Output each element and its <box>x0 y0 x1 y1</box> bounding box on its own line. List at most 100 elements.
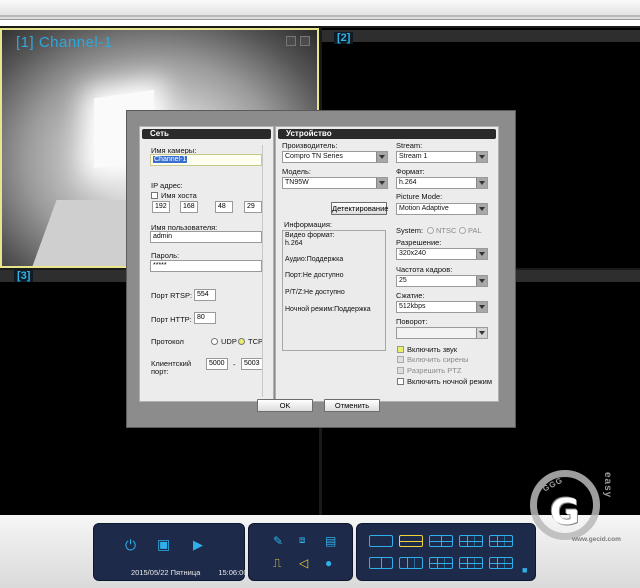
play-icon[interactable]: ▶ <box>193 538 203 551</box>
udp-radio[interactable] <box>211 338 218 345</box>
layout-2-icon[interactable] <box>399 535 423 547</box>
signal-icon[interactable]: ⎍ <box>273 557 281 569</box>
device-panel-title: Устройство <box>278 129 496 139</box>
chevron-down-icon <box>476 204 487 214</box>
layout-16-icon[interactable] <box>459 557 483 569</box>
tcp-radio[interactable] <box>238 338 245 345</box>
fullscreen-icon[interactable] <box>300 36 310 46</box>
username-input[interactable]: admin <box>150 231 262 243</box>
info-box: Видео формат: h.264 Аудио:Поддержка Порт… <box>282 230 386 351</box>
http-port-input[interactable]: 80 <box>194 312 216 324</box>
power-icon[interactable]: ⏻ <box>125 538 136 552</box>
client-port-to[interactable]: 5003 <box>241 358 263 370</box>
enable-night-label: Включить ночной режим <box>407 377 492 386</box>
camera-settings-dialog: Сеть Имя камеры: Channel-1 IP адрес: Имя… <box>126 110 516 428</box>
ip-octet-4[interactable]: 29 <box>244 201 262 213</box>
resolution-select[interactable]: 320x240 <box>396 248 488 260</box>
info-label: Информация: <box>284 220 333 229</box>
info-video-format: Видео формат: <box>285 232 335 239</box>
resolution-value: 320x240 <box>399 250 426 257</box>
enable-night-checkbox[interactable] <box>397 378 404 385</box>
rtsp-port-input[interactable]: 554 <box>194 289 216 301</box>
ip-octet-3[interactable]: 48 <box>215 201 233 213</box>
udp-label: UDP <box>221 337 237 346</box>
model-select[interactable]: TN95W <box>282 177 388 189</box>
enable-alarms-checkbox[interactable] <box>397 356 404 363</box>
enable-sound-label: Включить звук <box>407 345 458 354</box>
allow-ptz-label: Разрешить PTZ <box>407 366 462 375</box>
info-ptz: P/T/Z:Не доступно <box>285 289 345 296</box>
record-icon[interactable]: ▣ <box>157 537 170 551</box>
camera-name-input[interactable]: Channel-1 <box>150 154 262 166</box>
layout-10-icon[interactable] <box>369 557 393 569</box>
snapshot-icon[interactable] <box>286 36 296 46</box>
enable-sound-checkbox[interactable] <box>397 346 404 353</box>
system-label: System: <box>396 226 424 235</box>
detect-button[interactable]: Детектирование <box>331 202 388 215</box>
client-port-from[interactable]: 5000 <box>206 358 228 370</box>
layout-12-icon[interactable] <box>399 557 423 569</box>
chevron-down-icon <box>476 178 487 188</box>
channel-3-label: [3] <box>14 270 34 282</box>
tool-controls: ✎ ⧈ ▤ ⎍ ◁ ● <box>248 523 353 581</box>
capture-icon[interactable]: ⧈ <box>299 535 305 547</box>
hostname-checkbox[interactable] <box>151 192 158 199</box>
stream-select[interactable]: Stream 1 <box>396 151 488 163</box>
rotation-select[interactable] <box>396 327 488 339</box>
network-panel: Сеть Имя камеры: Channel-1 IP адрес: Имя… <box>139 126 274 402</box>
format-label: Формат: <box>396 167 425 176</box>
wrench-icon[interactable]: ✎ <box>273 535 283 547</box>
model-label: Модель: <box>282 167 312 176</box>
pal-label: PAL <box>468 226 482 235</box>
channel-2-header <box>322 30 640 42</box>
chevron-down-icon <box>476 249 487 259</box>
speaker-icon[interactable]: ◁ <box>299 557 308 569</box>
rtsp-port-label: Порт RTSP: <box>151 291 193 300</box>
chevron-down-icon <box>476 302 487 312</box>
layout-4-icon[interactable] <box>429 535 453 547</box>
network-panel-title: Сеть <box>142 129 271 139</box>
layout-6-icon[interactable] <box>459 535 483 547</box>
compression-select[interactable]: 512kbps <box>396 301 488 313</box>
date-text: 2015/05/22 Пятница <box>131 568 201 577</box>
watermark-vertical-text: easy <box>602 472 613 499</box>
info-night-mode: Ночной режим:Поддержка <box>285 306 371 313</box>
ntsc-radio[interactable] <box>427 227 434 234</box>
layout-9-icon[interactable] <box>489 535 513 547</box>
ip-octet-2[interactable]: 168 <box>180 201 198 213</box>
enable-alarms-label: Включить сирены <box>407 355 469 364</box>
ok-button[interactable]: OK <box>257 399 313 412</box>
allow-ptz-checkbox[interactable] <box>397 367 404 374</box>
manufacturer-select[interactable]: Compro TN Series <box>282 151 388 163</box>
picture-mode-label: Picture Mode: <box>396 192 443 201</box>
fps-select[interactable]: 25 <box>396 275 488 287</box>
picture-mode-select[interactable]: Motion Adaptive <box>396 203 488 215</box>
ip-octet-1[interactable]: 192 <box>152 201 170 213</box>
playback-controls: ⏻ ▣ ▶ 2015/05/22 Пятница 15:06:00 <box>93 523 248 581</box>
password-label: Пароль: <box>151 251 180 260</box>
pal-radio[interactable] <box>459 227 466 234</box>
tcp-label: TCP <box>248 337 263 346</box>
password-input[interactable]: ***** <box>150 260 262 272</box>
layout-1-icon[interactable] <box>369 535 393 547</box>
watermark-logo-icon: G <box>550 492 580 533</box>
layout-13-icon[interactable] <box>429 557 453 569</box>
save-icon[interactable]: ▤ <box>325 535 336 547</box>
layout-controls: ■ <box>356 523 536 581</box>
time-text: 15:06:00 <box>218 568 248 577</box>
info-audio: Аудио:Поддержка <box>285 256 344 263</box>
client-port-label-2: порт: <box>151 367 169 376</box>
manufacturer-value: Compro TN Series <box>285 153 343 160</box>
info-port: Порт:Не доступно <box>285 272 344 279</box>
cancel-button[interactable]: Отменить <box>324 399 380 412</box>
layout-20-icon[interactable] <box>489 557 513 569</box>
app-title-bar <box>0 0 640 20</box>
channel-1-label: [1] Channel-1 <box>16 34 113 51</box>
chat-icon[interactable]: ● <box>325 557 332 569</box>
format-select[interactable]: h.264 <box>396 177 488 189</box>
chevron-down-icon <box>476 152 487 162</box>
hostname-label: Имя хоста <box>161 191 197 200</box>
camera-icon[interactable]: ■ <box>522 564 527 576</box>
info-video-codec: h.264 <box>285 240 303 247</box>
chevron-down-icon <box>476 276 487 286</box>
